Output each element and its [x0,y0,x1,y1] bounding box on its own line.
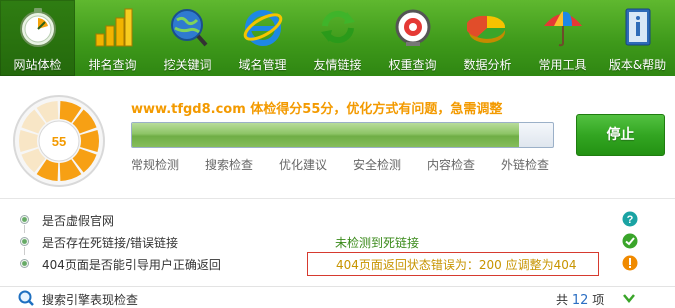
toolbar-item-label: 挖关键词 [163,58,212,72]
toolbar-item-data-analysis[interactable]: 数据分析 [450,0,525,76]
search-engine-section-header[interactable]: 搜索引擎表现检查 共 12 项 [0,286,675,308]
bullet-icon [20,215,29,224]
result-value: 404页面返回状态错误为：200 应调整为404 [336,258,577,272]
bar-chart-icon [95,8,133,47]
result-row: 是否存在死链接/错误链接 未检测到死链接 [0,231,675,255]
count-prefix: 共 [556,293,569,307]
toolbar-item-label: 权重查询 [388,58,437,72]
main-toolbar: 网站体检 排名查询 挖关键词 域名管理 友情链接 权重查询 数据分析 常用工具 … [0,0,675,76]
scan-progress-bar [131,122,554,148]
stop-button[interactable]: 停止 [576,114,665,156]
toolbar-item-label: 友情链接 [313,58,362,72]
toolbar-item-domains[interactable]: 域名管理 [225,0,300,76]
score-headline: www.tfgd8.com 体检得分55分，优化方式有问题，急需调整 [131,102,503,117]
toolbar-item-label: 网站体检 [13,58,62,72]
toolbar-item-friend-links[interactable]: 友情链接 [300,0,375,76]
question-icon[interactable]: ? [622,211,638,227]
pie-chart-icon [467,15,506,43]
toolbar-item-keywords[interactable]: 挖关键词 [150,0,225,76]
toolbar-item-rank-query[interactable]: 排名查询 [75,0,150,76]
chevron-down-icon[interactable] [621,290,637,306]
result-label: 404页面是否能引导用户正确返回 [42,258,221,272]
score-panel: 55 www.tfgd8.com 体检得分55分，优化方式有问题，急需调整 停止… [0,76,675,189]
result-label: 是否存在死链接/错误链接 [42,236,179,250]
toolbar-item-label: 域名管理 [238,58,287,72]
check-category-tabs: 常规检测 搜索检查 优化建议 安全检测 内容检查 外链检查 [131,156,575,173]
toolbar-item-label: 常用工具 [538,58,587,72]
result-value: 未检测到死链接 [335,236,420,250]
bullet-icon [20,259,29,268]
toolbar-item-weight-query[interactable]: 权重查询 [375,0,450,76]
result-row: 是否虚假官网 ? [0,209,675,233]
toolbar-item-site-check[interactable]: 网站体检 [0,0,75,76]
ie-browser-icon [243,10,283,46]
result-label: 是否虚假官网 [42,214,115,228]
tab-optimization-advice[interactable]: 优化建议 [279,156,353,173]
bullet-icon [20,237,29,246]
search-magnifier-icon [18,290,34,306]
toolbar-item-version-help[interactable]: 版本&帮助 [600,0,675,76]
monitor-gauge-icon [395,9,431,46]
warning-icon [622,255,638,271]
tab-security-check[interactable]: 安全检测 [353,156,427,173]
toolbar-item-common-tools[interactable]: 常用工具 [525,0,600,76]
scan-progress-fill [132,123,520,147]
count-number: 12 [571,293,589,308]
toolbar-item-label: 排名查询 [88,58,137,72]
globe-search-icon [171,9,208,47]
tab-content-check[interactable]: 内容检查 [427,156,501,173]
tab-regular-check[interactable]: 常规检测 [131,156,205,173]
section-title: 搜索引擎表现检查 [42,293,139,307]
score-value: 55 [52,134,66,149]
count-suffix: 项 [592,293,605,307]
info-book-icon [625,8,651,46]
toolbar-item-label: 版本&帮助 [608,58,667,72]
stopwatch-icon [20,8,56,47]
umbrella-icon [544,11,582,47]
toolbar-item-label: 数据分析 [463,58,512,72]
section-count: 共 12 项 [556,291,604,308]
svg-text:?: ? [627,214,634,226]
check-icon [622,233,638,249]
tab-external-link-check[interactable]: 外链检查 [501,156,575,173]
result-row: 404页面是否能引导用户正确返回 404页面返回状态错误为：200 应调整为40… [0,252,675,276]
score-gauge: 55 [13,95,105,187]
tab-search-check[interactable]: 搜索检查 [205,156,279,173]
refresh-arrows-icon [321,10,355,44]
